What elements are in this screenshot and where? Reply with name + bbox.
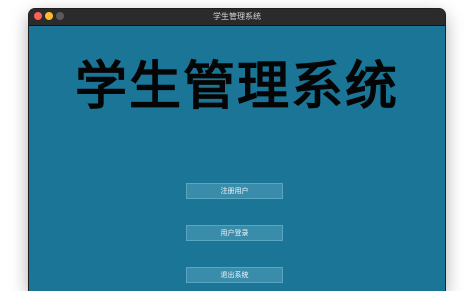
user-login-button[interactable]: 用户登录 xyxy=(186,225,283,241)
system-banner-title: 学生管理系统 xyxy=(74,56,399,117)
window-title: 学生管理系统 xyxy=(213,12,261,21)
title-bar[interactable]: 学生管理系统 xyxy=(29,9,445,26)
main-panel: 学生管理系统 注册用户 用户登录 退出系统 xyxy=(29,26,445,291)
exit-system-button[interactable]: 退出系统 xyxy=(186,267,283,283)
app-window: 学生管理系统 学生管理系统 注册用户 用户登录 退出系统 xyxy=(29,9,445,291)
register-user-button[interactable]: 注册用户 xyxy=(186,183,283,199)
